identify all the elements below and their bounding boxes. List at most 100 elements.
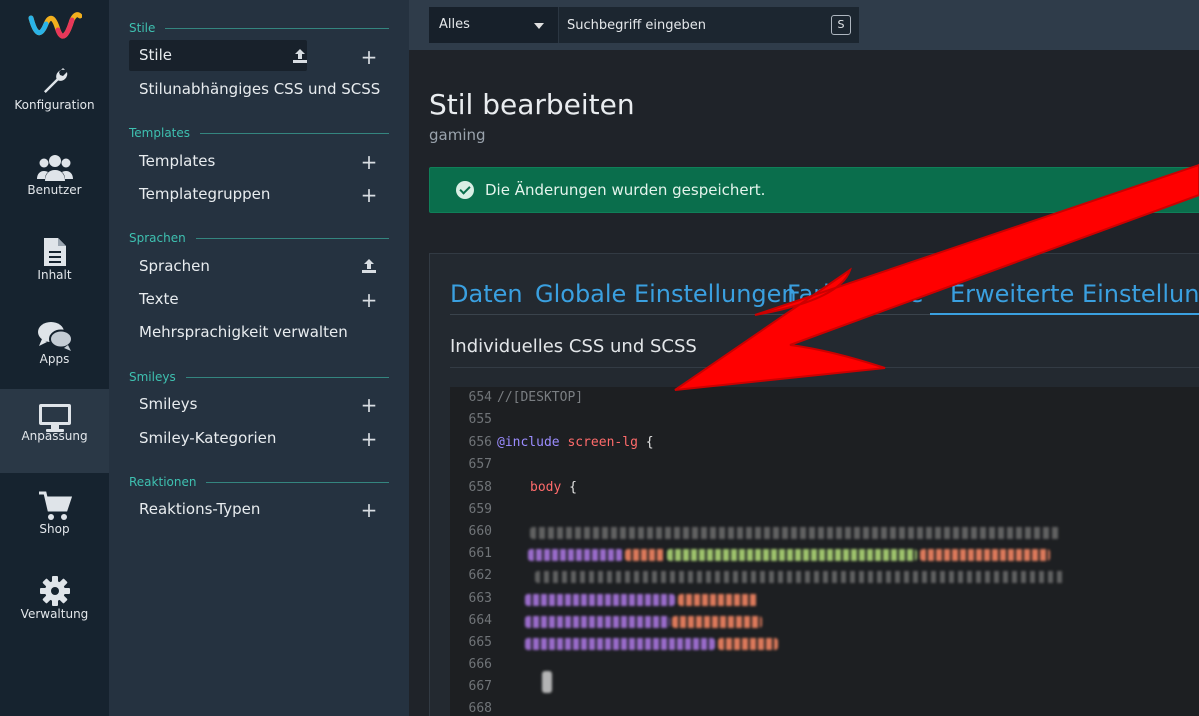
code-line: body {	[530, 480, 577, 495]
rail-item-shop[interactable]: Shop	[0, 482, 109, 566]
obscured-code	[525, 594, 675, 606]
monitor-icon	[0, 389, 109, 432]
search-scope-label: Alles	[439, 17, 470, 32]
line-number: 668	[468, 701, 492, 716]
section-header-smileys: Smileys	[129, 370, 389, 384]
code-brace: {	[569, 480, 577, 495]
line-number: 654	[468, 390, 492, 405]
divider	[165, 27, 389, 29]
line-number: 657	[468, 457, 492, 472]
obscured-code	[667, 549, 917, 561]
submenu-item-sprachen[interactable]: Sprachen	[129, 251, 307, 282]
code-brace: {	[645, 435, 654, 450]
divider	[195, 237, 389, 239]
edit-panel: Daten Globale Einstellungen Farbpalette …	[429, 253, 1199, 716]
rail-label: Inhalt	[37, 268, 72, 282]
tab-globale-einstellungen[interactable]: Globale Einstellungen	[535, 280, 797, 308]
gear-icon	[0, 567, 109, 606]
check-circle-icon	[456, 181, 474, 199]
active-tab-indicator	[930, 313, 1199, 315]
add-text-icon[interactable]: +	[359, 290, 379, 310]
obscured-code	[672, 616, 762, 628]
section-title: Templates	[129, 126, 191, 140]
add-reaction-type-icon[interactable]: +	[359, 500, 379, 520]
submenu-item-mehrsprachigkeit[interactable]: Mehrsprachigkeit verwalten	[129, 317, 389, 348]
alert-text: Die Änderungen wurden gespeichert.	[485, 181, 766, 199]
code-line: @include screen-lg {	[497, 435, 654, 450]
rail-item-verwaltung[interactable]: Verwaltung	[0, 567, 109, 651]
search-scope-select[interactable]: Alles	[429, 7, 559, 43]
document-icon	[0, 228, 109, 266]
logo-icon[interactable]	[28, 10, 82, 42]
search-input[interactable]	[559, 7, 859, 43]
add-smiley-icon[interactable]: +	[359, 395, 379, 415]
section-title: Sprachen	[129, 231, 186, 245]
rail-item-konfiguration[interactable]: Konfiguration	[0, 58, 109, 142]
wrench-icon	[0, 58, 109, 94]
obscured-code	[678, 594, 758, 606]
obscured-code	[542, 671, 552, 693]
tab-erweiterte-einstellungen[interactable]: Erweiterte Einstellungen	[950, 280, 1199, 308]
chevron-down-icon	[534, 23, 544, 29]
submenu-item-texte[interactable]: Texte	[129, 284, 307, 315]
obscured-code	[920, 549, 1050, 561]
submenu-item-reaktions-typen[interactable]: Reaktions-Typen	[129, 494, 307, 525]
upload-icon[interactable]	[359, 257, 379, 277]
rail-label: Verwaltung	[20, 607, 89, 621]
rail-label: Shop	[39, 522, 70, 536]
rail-item-benutzer[interactable]: Benutzer	[0, 143, 109, 227]
section-title: Reaktionen	[129, 475, 197, 489]
search-bar: Alles S	[429, 7, 859, 43]
tab-farbpalette[interactable]: Farbpalette	[787, 280, 923, 308]
code-mixin: screen-lg	[567, 435, 638, 450]
add-style-icon[interactable]: +	[359, 47, 379, 67]
rail-item-inhalt[interactable]: Inhalt	[0, 228, 109, 312]
line-number: 664	[468, 613, 492, 628]
line-number: 659	[468, 502, 492, 517]
section-title: Smileys	[129, 370, 176, 384]
add-smiley-category-icon[interactable]: +	[359, 429, 379, 449]
obscured-code	[528, 549, 623, 561]
section-header-reaktionen: Reaktionen	[129, 475, 389, 489]
chat-icon	[0, 312, 109, 351]
rail-item-anpassung[interactable]: Anpassung	[0, 389, 109, 473]
line-number: 656	[468, 435, 492, 450]
cart-icon	[0, 482, 109, 520]
rail-label: Apps	[39, 352, 70, 366]
add-template-icon[interactable]: +	[359, 152, 379, 172]
submenu-item-stile[interactable]: Stile	[129, 40, 307, 71]
add-templategroup-icon[interactable]: +	[359, 185, 379, 205]
submenu-item-templategruppen[interactable]: Templategruppen	[129, 179, 307, 210]
code-keyword: @include	[497, 435, 560, 450]
rail-item-apps[interactable]: Apps	[0, 312, 109, 396]
submenu-item-smiley-kategorien[interactable]: Smiley-Kategorien	[129, 423, 307, 454]
obscured-code	[525, 616, 670, 628]
line-number: 662	[468, 568, 492, 583]
section-title: Individuelles CSS und SCSS	[450, 336, 697, 357]
code-editor[interactable]: 654 655 656 657 658 659 660 661 662 663 …	[450, 387, 1199, 716]
submenu-item-stilunabhaengiges-css[interactable]: Stilunabhängiges CSS und SCSS	[129, 74, 389, 105]
obscured-code	[718, 638, 778, 650]
code-line: //[DESKTOP]	[497, 390, 584, 405]
divider	[185, 376, 389, 378]
tab-bar: Daten Globale Einstellungen Farbpalette …	[450, 280, 1199, 314]
line-number: 666	[468, 657, 492, 672]
tab-daten[interactable]: Daten	[450, 280, 523, 308]
section-header-stile: Stile	[129, 21, 389, 35]
rail-label: Anpassung	[21, 429, 88, 443]
submenu-item-smileys[interactable]: Smileys	[129, 389, 307, 420]
submenu-item-templates[interactable]: Templates	[129, 146, 307, 177]
section-header-sprachen: Sprachen	[129, 231, 389, 245]
line-number: 663	[468, 591, 492, 606]
shortcut-badge: S	[831, 15, 851, 35]
rail-label: Benutzer	[27, 183, 82, 197]
obscured-code	[530, 527, 1060, 539]
obscured-code	[535, 571, 1065, 583]
divider	[200, 132, 389, 134]
upload-icon[interactable]	[290, 47, 310, 67]
line-number: 665	[468, 635, 492, 650]
obscured-code	[625, 549, 665, 561]
page-subtitle: gaming	[429, 126, 486, 144]
users-icon	[0, 143, 109, 181]
obscured-code	[525, 638, 715, 650]
